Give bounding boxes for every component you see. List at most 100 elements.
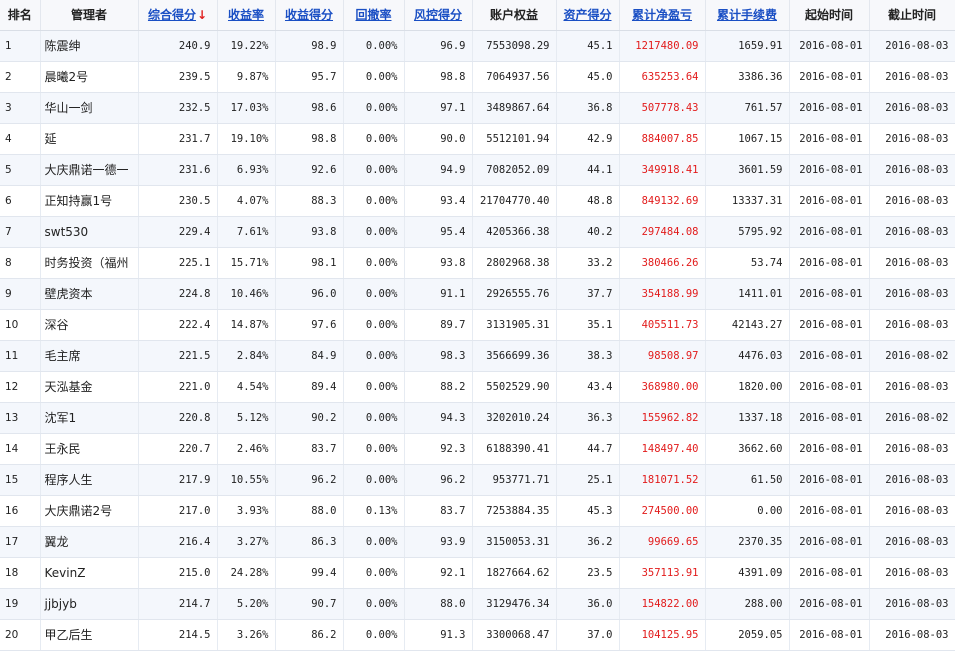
cell-composite: 214.5 [138,619,218,651]
column-header-label: 账户权益 [489,8,538,23]
cell-drawdown: 0.00% [343,61,405,93]
cell-net-pnl: 507778.43 [619,92,706,124]
cell-asset-score: 45.3 [556,495,620,527]
cell-equity: 2802968.38 [472,247,557,279]
cell-start: 2016-08-01 [789,340,870,372]
cell-equity: 2926555.76 [472,278,557,310]
cell-risk-score: 94.3 [404,402,473,434]
column-header-risk_score[interactable]: 风控得分 [404,0,473,31]
cell-manager: 天泓基金 [40,371,139,403]
cell-fees: 1820.00 [705,371,790,403]
ranking-table: 排名 管理者 综合得分↓ 收益率 收益得分 回撤率 风控得分 账户权益 资产得分 累计净盈亏 累计手… [0,0,955,651]
cell-fees: 4476.03 [705,340,790,372]
cell-manager: 壁虎资本 [40,278,139,310]
cell-fees: 288.00 [705,588,790,620]
table-row: 13 沈军1 220.8 5.12% 90.2 0.00% 94.3 3202010.24 36… [0,402,955,434]
cell-drawdown: 0.00% [343,557,405,589]
column-header-drawdown[interactable]: 回撤率 [343,0,405,31]
cell-end: 2016-08-03 [869,185,955,217]
cell-start: 2016-08-01 [789,309,870,341]
cell-equity: 1827664.62 [472,557,557,589]
cell-composite: 231.7 [138,123,218,155]
cell-equity: 21704770.40 [472,185,557,217]
cell-return-score: 86.3 [275,526,344,558]
cell-start: 2016-08-01 [789,278,870,310]
cell-rank: 14 [0,433,41,465]
cell-fees: 13337.31 [705,185,790,217]
cell-start: 2016-08-01 [789,123,870,155]
cell-return-score: 84.9 [275,340,344,372]
column-header-label[interactable]: 回撤率 [355,8,391,22]
cell-return-rate: 10.55% [217,464,276,496]
table-row: 16 大庆鼎诺2号 217.0 3.93% 88.0 0.13% 83.7 7253884.3… [0,495,955,527]
column-header-rank: 排名 [0,0,41,31]
cell-return-rate: 4.07% [217,185,276,217]
cell-return-rate: 2.84% [217,340,276,372]
cell-manager: 正知持赢1号 [40,185,139,217]
cell-net-pnl: 154822.00 [619,588,706,620]
cell-fees: 2370.35 [705,526,790,558]
column-header-manager: 管理者 [40,0,139,31]
cell-manager: KevinZ [40,557,139,589]
cell-net-pnl: 98508.97 [619,340,706,372]
column-header-fees[interactable]: 累计手续费 [705,0,790,31]
cell-return-score: 98.9 [275,30,344,62]
column-header-label[interactable]: 资产得分 [563,8,611,22]
cell-manager: 程序人生 [40,464,139,496]
cell-rank: 6 [0,185,41,217]
column-header-return_score[interactable]: 收益得分 [275,0,344,31]
cell-return-rate: 19.10% [217,123,276,155]
column-header-asset_score[interactable]: 资产得分 [556,0,620,31]
column-header-label[interactable]: 累计手续费 [717,8,777,22]
cell-fees: 1411.01 [705,278,790,310]
cell-asset-score: 36.0 [556,588,620,620]
cell-return-score: 83.7 [275,433,344,465]
cell-net-pnl: 349918.41 [619,154,706,186]
column-header-return_rate[interactable]: 收益率 [217,0,276,31]
cell-fees: 3386.36 [705,61,790,93]
cell-end: 2016-08-02 [869,340,955,372]
column-header-label: 管理者 [70,8,107,23]
column-header-label[interactable]: 累计净盈亏 [632,8,692,22]
cell-return-rate: 5.12% [217,402,276,434]
column-header-composite[interactable]: 综合得分↓ [138,0,218,31]
sort-desc-icon[interactable]: ↓ [197,8,207,22]
cell-rank: 5 [0,154,41,186]
column-header-net_pnl[interactable]: 累计净盈亏 [619,0,706,31]
cell-manager: 晨曦2号 [40,61,139,93]
cell-risk-score: 90.0 [404,123,473,155]
cell-asset-score: 48.8 [556,185,620,217]
cell-fees: 1067.15 [705,123,790,155]
cell-start: 2016-08-01 [789,247,870,279]
cell-equity: 953771.71 [472,464,557,496]
cell-drawdown: 0.00% [343,309,405,341]
cell-return-score: 90.2 [275,402,344,434]
cell-fees: 3662.60 [705,433,790,465]
column-header-label[interactable]: 收益得分 [285,8,333,22]
cell-start: 2016-08-01 [789,92,870,124]
cell-end: 2016-08-03 [869,433,955,465]
cell-fees: 61.50 [705,464,790,496]
table-row: 5 大庆鼎诺一德一 231.6 6.93% 92.6 0.00% 94.9 7082052.0… [0,154,955,186]
cell-manager: jjbjyb [40,588,139,620]
cell-manager: 时务投资（福州 [40,247,139,279]
cell-risk-score: 96.9 [404,30,473,62]
cell-composite: 221.5 [138,340,218,372]
column-header-label[interactable]: 收益率 [228,8,264,22]
table-row: 12 天泓基金 221.0 4.54% 89.4 0.00% 88.2 5502529.90 4… [0,371,955,403]
cell-net-pnl: 354188.99 [619,278,706,310]
cell-rank: 17 [0,526,41,558]
cell-end: 2016-08-03 [869,557,955,589]
cell-drawdown: 0.00% [343,278,405,310]
cell-asset-score: 45.0 [556,61,620,93]
cell-end: 2016-08-03 [869,92,955,124]
cell-risk-score: 91.3 [404,619,473,651]
cell-drawdown: 0.00% [343,433,405,465]
cell-equity: 3131905.31 [472,309,557,341]
column-header-label[interactable]: 风控得分 [414,8,462,22]
cell-net-pnl: 1217480.09 [619,30,706,62]
column-header-label: 截止时间 [887,8,936,23]
column-header-label[interactable]: 综合得分 [148,8,196,22]
cell-fees: 1337.18 [705,402,790,434]
cell-end: 2016-08-03 [869,30,955,62]
